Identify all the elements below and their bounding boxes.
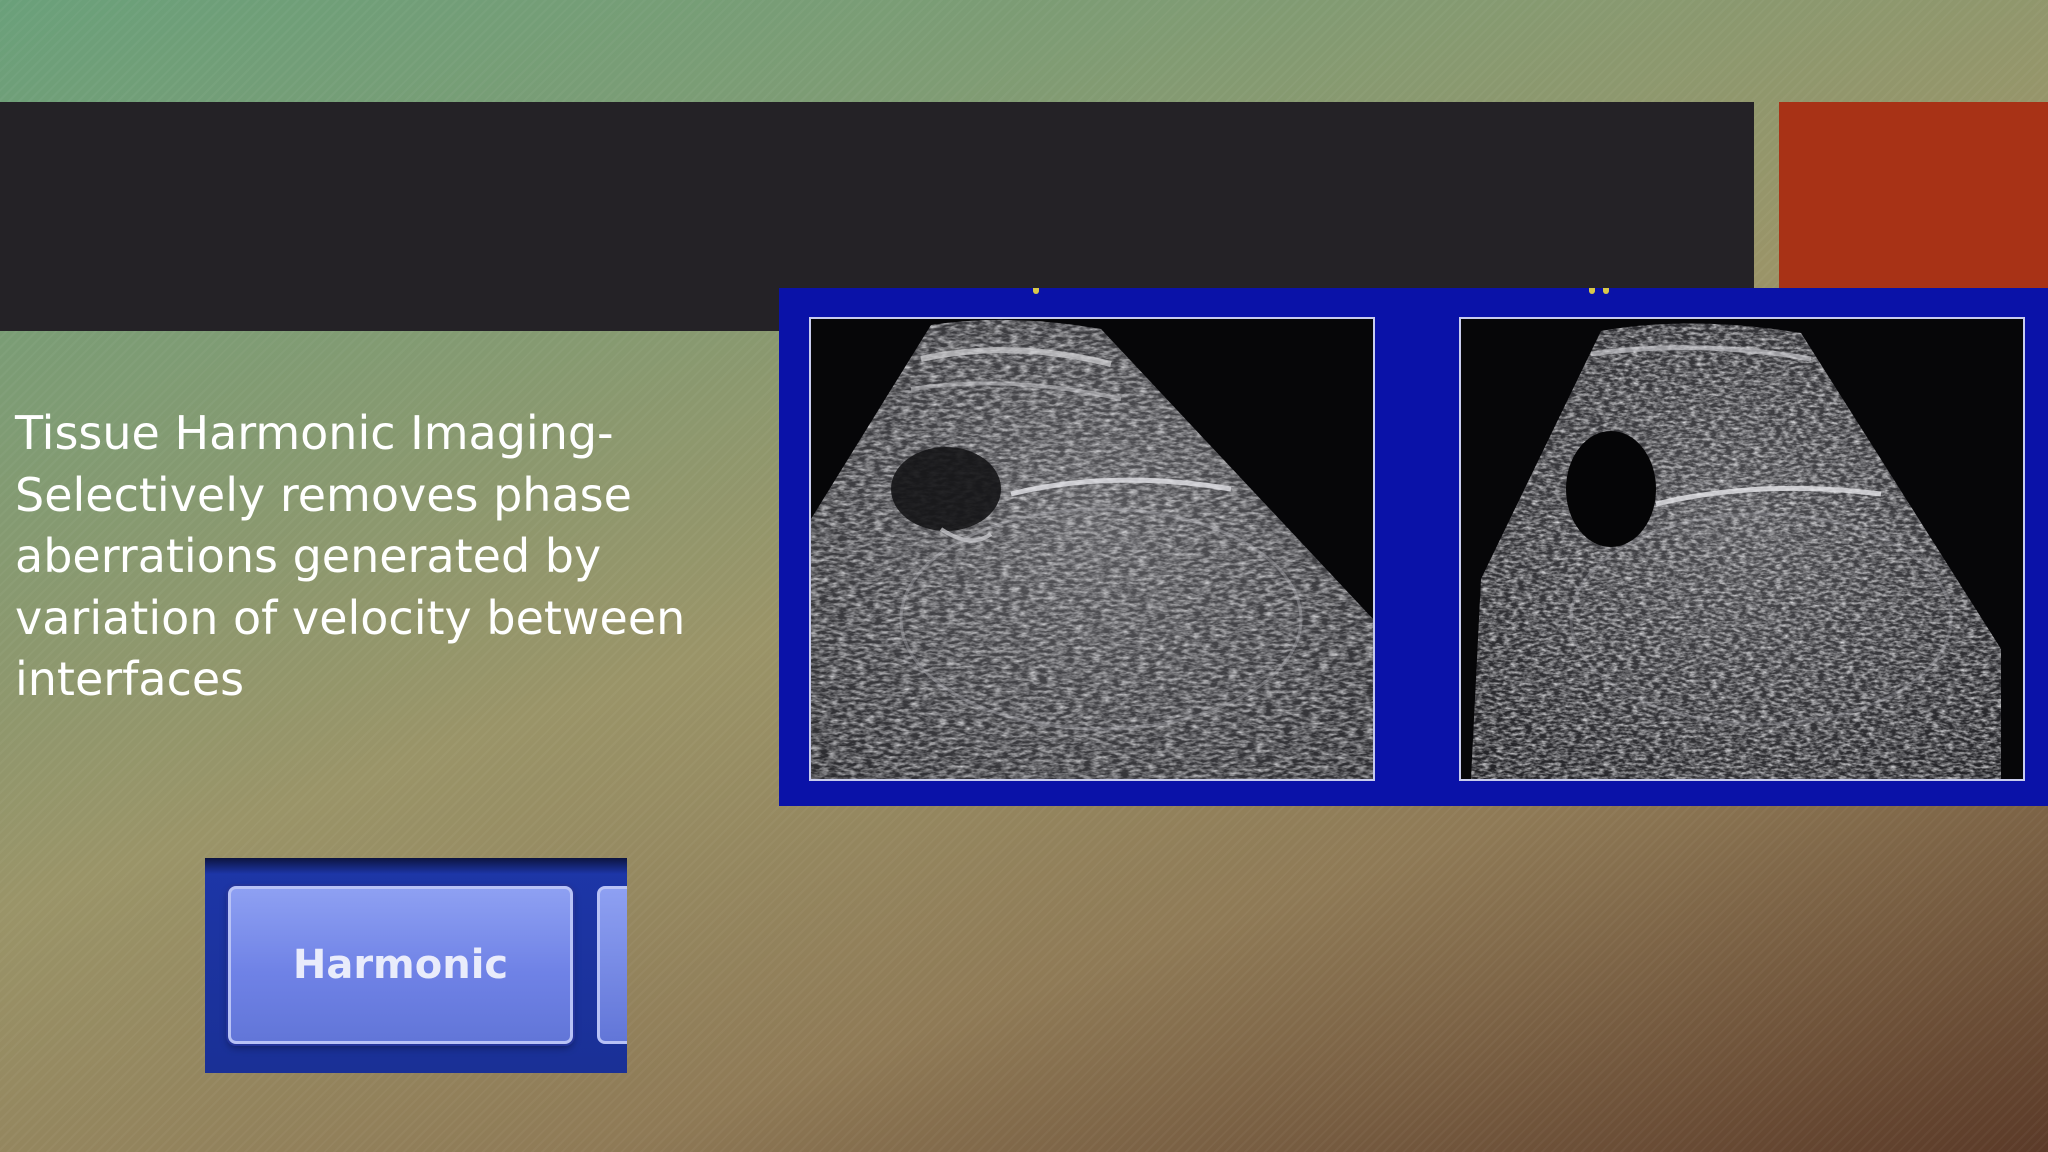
photo-shadow: [205, 858, 627, 874]
harmonic-control-photo: Harmonic: [205, 858, 627, 1073]
body-text: Tissue Harmonic Imaging- Selectively rem…: [15, 406, 686, 706]
adjacent-button: [597, 886, 627, 1044]
ultrasound-image-harmonic: [1459, 317, 2025, 781]
harmonic-button: Harmonic: [228, 886, 573, 1044]
panel-marker: [1033, 288, 1039, 294]
panel-marker: [1603, 288, 1609, 294]
ultrasound-image-conventional: [809, 317, 1375, 781]
ultrasound-comparison-image: [779, 288, 2048, 806]
panel-marker: [1589, 288, 1595, 294]
accent-block: [1779, 102, 2048, 290]
